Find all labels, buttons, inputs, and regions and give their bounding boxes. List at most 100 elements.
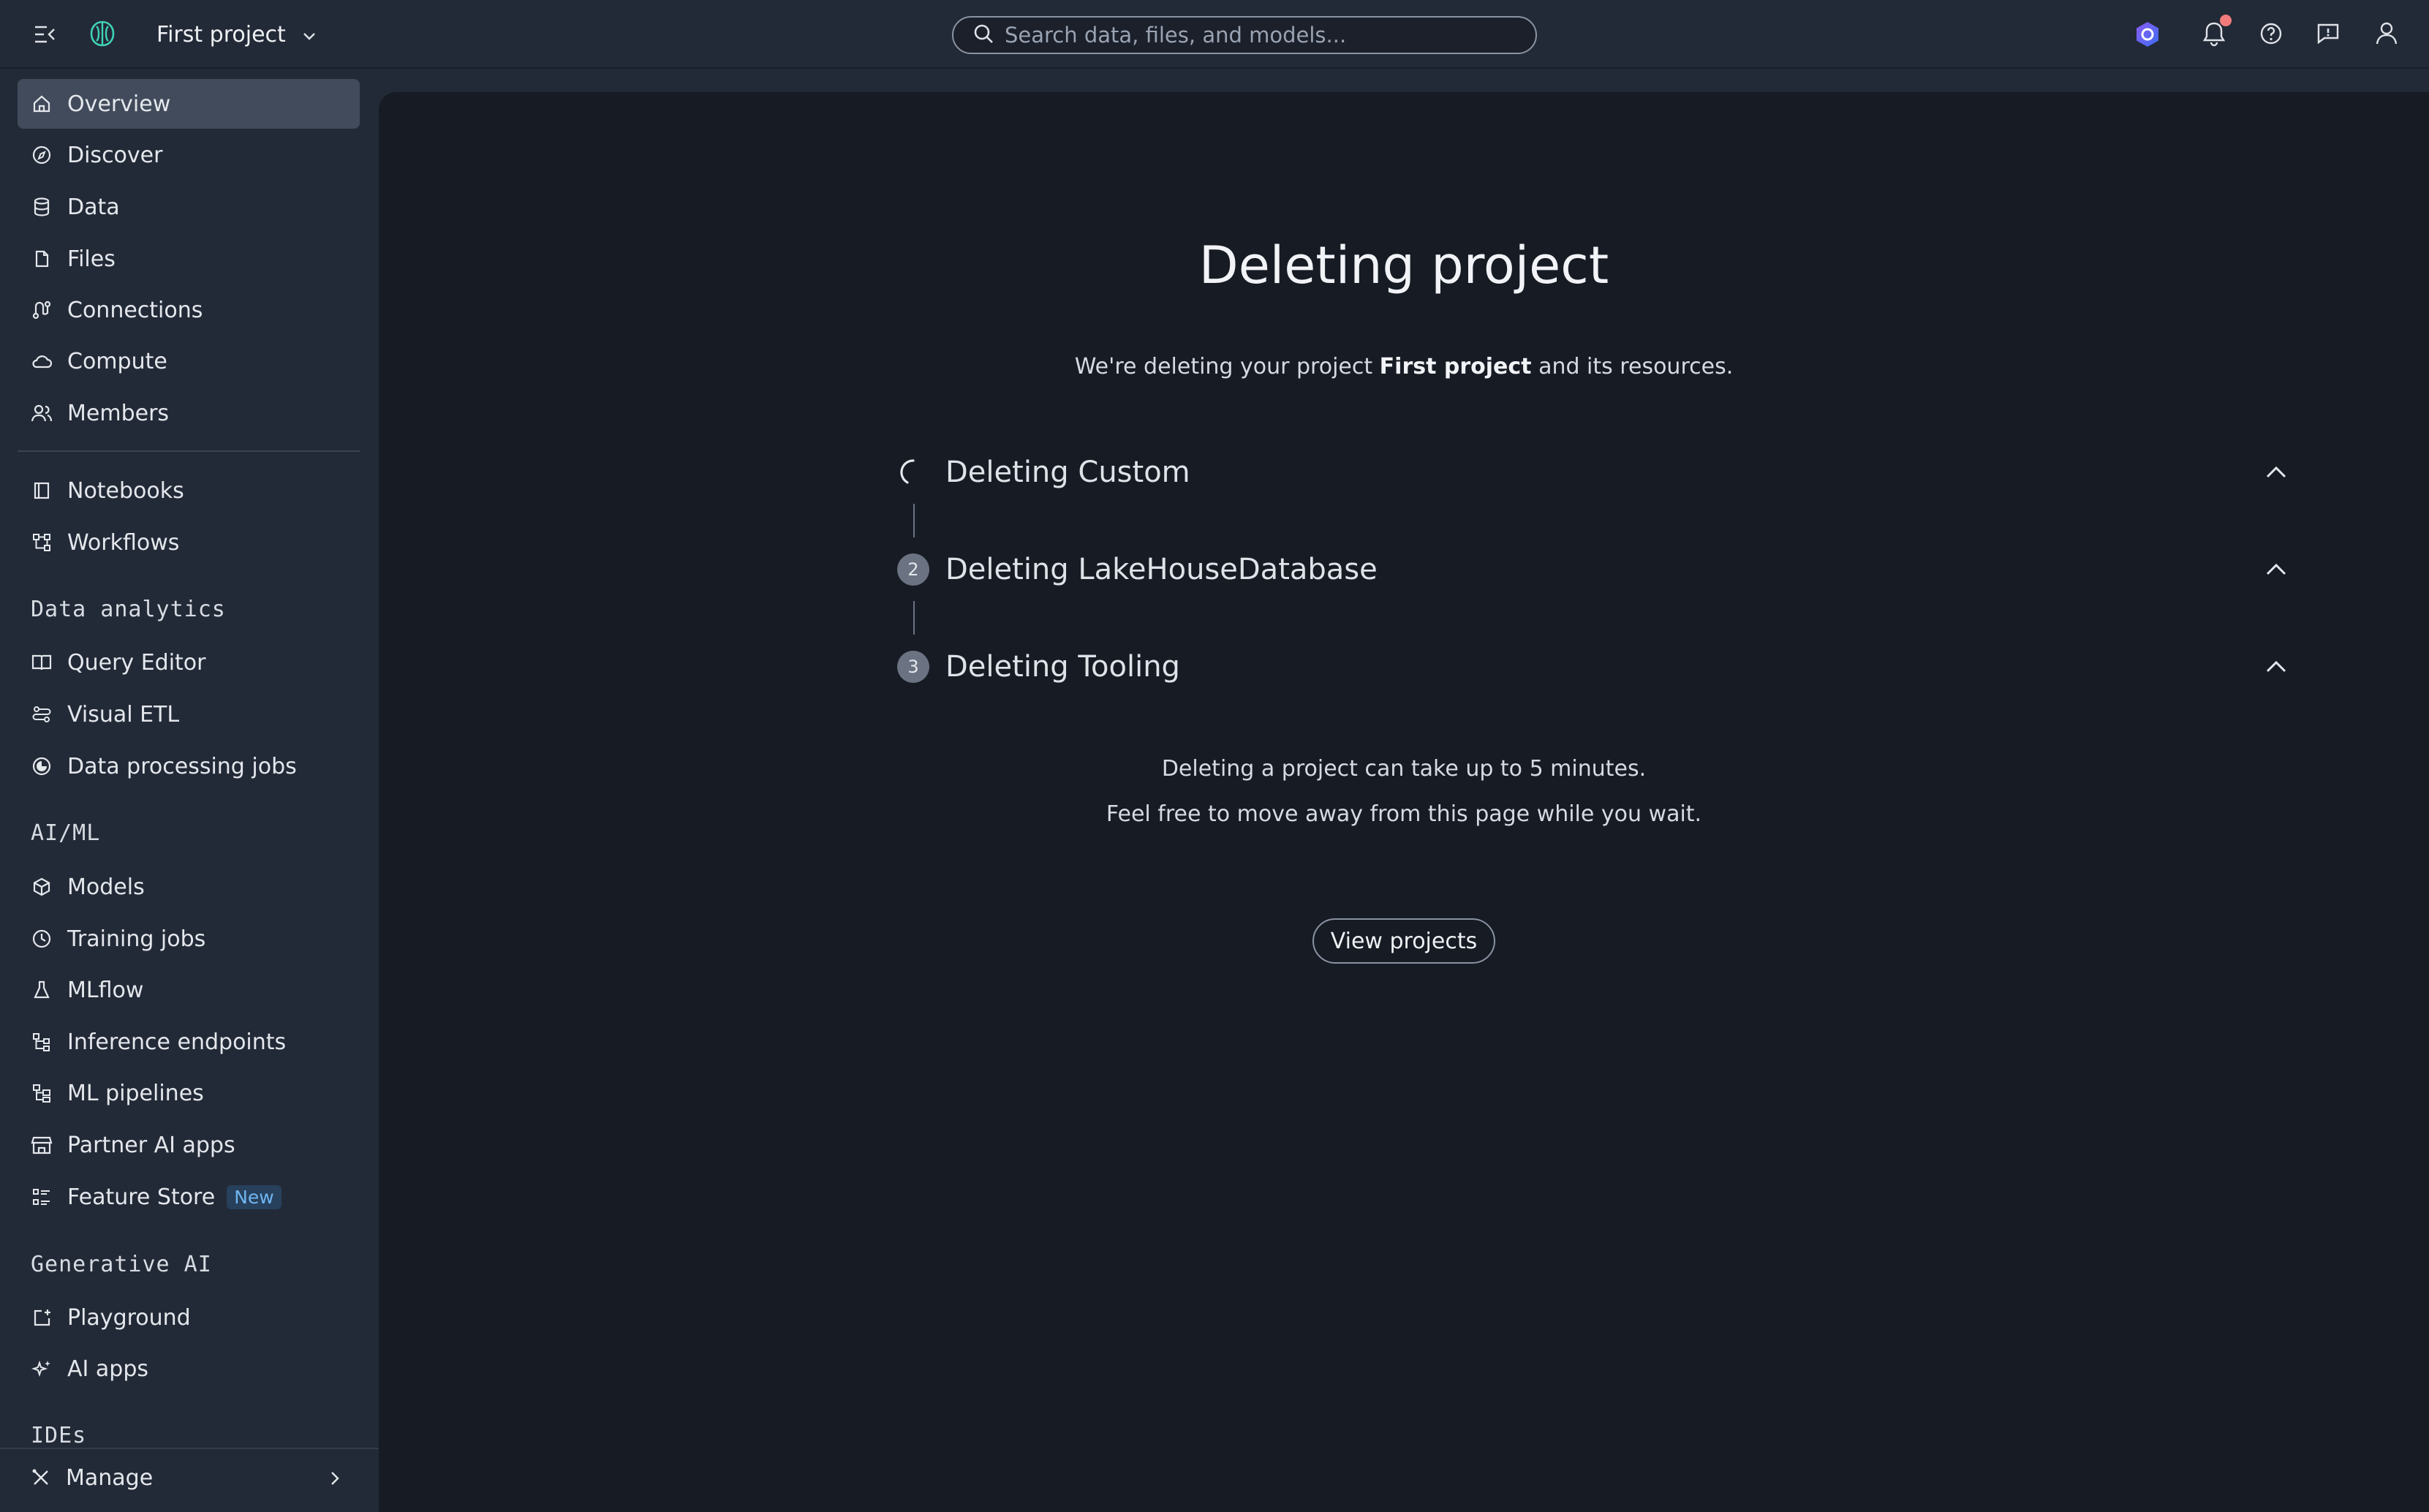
sidebar-item-data[interactable]: Data <box>18 182 360 232</box>
section-title-generative-ai: Generative AI <box>31 1252 212 1277</box>
step-number: 3 <box>897 651 929 683</box>
section-title-data-analytics: Data analytics <box>31 597 226 622</box>
chevron-right-icon <box>329 1468 341 1494</box>
subtitle-prefix: We're deleting your project <box>1074 354 1380 379</box>
sidebar-item-partner-ai-apps[interactable]: Partner AI apps <box>18 1120 360 1170</box>
members-icon <box>31 402 53 424</box>
sidebar-item-files[interactable]: Files <box>18 234 360 284</box>
step-deleting-custom: Deleting Custom <box>897 443 2291 502</box>
jobs-icon <box>31 755 53 777</box>
sidebar-item-label: Notebooks <box>67 477 184 504</box>
subtitle-suffix: and its resources. <box>1531 354 1734 379</box>
notebook-icon <box>31 480 53 502</box>
sidebar-item-visual-etl[interactable]: Visual ETL <box>18 689 360 739</box>
top-bar: First project <box>0 0 2429 69</box>
feature-store-icon <box>31 1186 53 1208</box>
step-deleting-lakehousedatabase: 2 Deleting LakeHouseDatabase <box>897 540 2291 599</box>
user-profile-icon[interactable] <box>2373 19 2400 47</box>
etl-icon <box>31 703 53 725</box>
sidebar-item-label: Discover <box>67 142 163 168</box>
sidebar-item-connections[interactable]: Connections <box>18 285 360 335</box>
app-logo-icon[interactable] <box>86 18 118 50</box>
sidebar-item-label: Data processing jobs <box>67 753 297 779</box>
search-input[interactable] <box>1005 23 1502 48</box>
notifications-icon[interactable] <box>2199 15 2232 48</box>
sidebar-item-label: Members <box>67 400 170 426</box>
sidebar-item-models[interactable]: Models <box>18 862 360 912</box>
sidebar-item-label: Partner AI apps <box>67 1132 235 1158</box>
sidebar-item-label: Compute <box>67 348 167 374</box>
notification-dot <box>2220 15 2232 26</box>
chevron-up-icon[interactable] <box>2262 555 2291 584</box>
sidebar-item-label: Connections <box>67 297 203 323</box>
sidebar-item-playground[interactable]: Playground <box>18 1293 360 1342</box>
sidebar-item-ml-pipelines[interactable]: ML pipelines <box>18 1068 360 1118</box>
sidebar: Overview Discover Data Files Connections… <box>0 69 379 1512</box>
sidebar-item-ai-apps[interactable]: AI apps <box>18 1344 360 1394</box>
playground-icon <box>31 1307 53 1328</box>
workflow-icon <box>31 532 53 553</box>
sidebar-item-discover[interactable]: Discover <box>18 130 360 180</box>
sidebar-item-label: ML pipelines <box>67 1080 204 1106</box>
loading-spinner-icon <box>897 456 929 488</box>
chevron-up-icon[interactable] <box>2262 458 2291 487</box>
sidebar-item-training-jobs[interactable]: Training jobs <box>18 914 360 964</box>
manage-menu[interactable]: Manage <box>0 1448 379 1506</box>
sidebar-item-inference-endpoints[interactable]: Inference endpoints <box>18 1017 360 1067</box>
manage-icon <box>31 1467 51 1488</box>
book-icon <box>31 651 53 673</box>
manage-label: Manage <box>66 1464 154 1491</box>
sidebar-item-label: Feature Store <box>67 1184 216 1210</box>
step-label: Deleting Tooling <box>945 650 1180 684</box>
project-name: First project <box>156 21 286 48</box>
sidebar-item-feature-store[interactable]: Feature Store New <box>18 1172 360 1222</box>
sidebar-item-label: AI apps <box>67 1356 149 1382</box>
connections-icon <box>31 299 53 321</box>
collapse-sidebar-icon[interactable] <box>32 22 57 47</box>
compass-icon <box>31 144 53 166</box>
database-icon <box>31 196 53 218</box>
sidebar-item-query-editor[interactable]: Query Editor <box>18 638 360 687</box>
chevron-up-icon[interactable] <box>2262 652 2291 681</box>
sidebar-item-notebooks[interactable]: Notebooks <box>18 466 360 515</box>
home-icon <box>31 93 53 115</box>
assistant-icon[interactable] <box>2131 18 2164 51</box>
sidebar-item-workflows[interactable]: Workflows <box>18 518 360 567</box>
store-icon <box>31 1134 53 1156</box>
sidebar-item-label: Data <box>67 194 120 220</box>
sidebar-item-label: Overview <box>67 91 171 117</box>
page-subtitle: We're deleting your project First projec… <box>379 354 2429 379</box>
view-projects-button[interactable]: View projects <box>1312 918 1495 964</box>
step-connector <box>913 504 915 537</box>
sidebar-item-label: Training jobs <box>67 926 206 952</box>
sidebar-divider <box>18 450 360 452</box>
step-connector <box>913 601 915 635</box>
cube-icon <box>31 876 53 898</box>
project-selector[interactable]: First project <box>156 16 317 53</box>
chevron-down-icon <box>302 22 317 48</box>
sidebar-item-compute[interactable]: Compute <box>18 336 360 386</box>
feedback-icon[interactable] <box>2315 20 2341 47</box>
step-number: 2 <box>897 553 929 586</box>
sidebar-item-overview[interactable]: Overview <box>18 79 360 129</box>
sidebar-item-label: Inference endpoints <box>67 1029 287 1055</box>
subtitle-project-name: First project <box>1379 354 1532 379</box>
sidebar-item-members[interactable]: Members <box>18 388 360 438</box>
pipeline-icon <box>31 1082 53 1104</box>
sidebar-item-label: Query Editor <box>67 649 206 676</box>
endpoints-icon <box>31 1031 53 1053</box>
cloud-icon <box>31 350 53 372</box>
sidebar-item-data-processing-jobs[interactable]: Data processing jobs <box>18 741 360 791</box>
sidebar-item-label: Models <box>67 874 145 900</box>
section-title-aiml: AI/ML <box>31 820 101 846</box>
search-bar[interactable] <box>952 16 1537 54</box>
page-title: Deleting project <box>1198 235 1609 295</box>
section-title-ides: IDEs <box>31 1423 87 1448</box>
sidebar-item-mlflow[interactable]: MLflow <box>18 965 360 1015</box>
new-badge: New <box>227 1184 282 1209</box>
sidebar-item-label: Workflows <box>67 529 180 556</box>
help-icon[interactable] <box>2258 20 2284 47</box>
info-note-wait: Feel free to move away from this page wh… <box>1106 801 1702 827</box>
main-content: Deleting project We're deleting your pro… <box>379 92 2429 1512</box>
sidebar-item-label: Playground <box>67 1304 191 1331</box>
